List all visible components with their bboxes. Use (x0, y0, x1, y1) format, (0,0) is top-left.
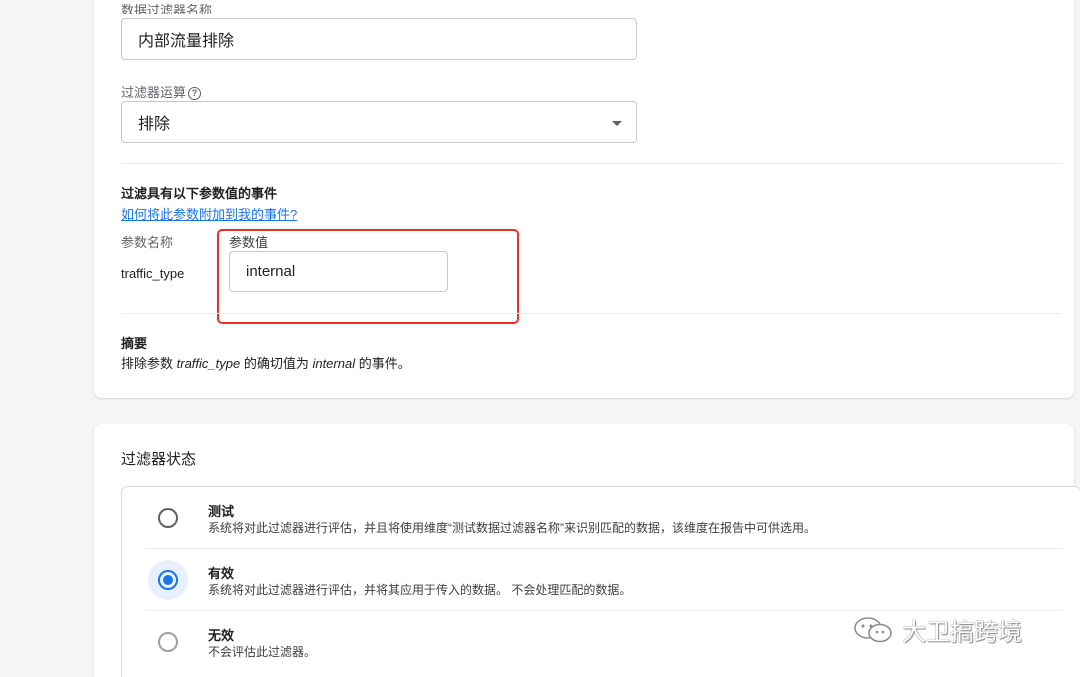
param-name-header: 参数名称 (121, 235, 174, 250)
filter-status-title: 过滤器状态 (121, 451, 197, 468)
option-inactive-title: 无效 (208, 628, 235, 643)
highlight-annotation-box (217, 229, 519, 324)
radio-active[interactable] (158, 570, 178, 590)
caret-down-icon (612, 121, 622, 126)
divider (121, 313, 1061, 314)
option-test-desc: 系统将对此过滤器进行评估，并且将使用维度“测试数据过滤器名称”来识别匹配的数据，… (208, 521, 816, 535)
watermark: 大卫搞跨境 (852, 612, 1022, 647)
summary-text: 排除参数 traffic_type 的确切值为 internal 的事件。 (121, 356, 411, 371)
option-test-title: 测试 (208, 504, 235, 519)
filter-name-input[interactable]: 内部流量排除 (121, 18, 637, 60)
option-inactive-desc: 不会评估此过滤器。 (208, 645, 317, 659)
filter-name-label: 数据过滤器名称 (121, 3, 213, 14)
filter-operation-value: 排除 (138, 116, 171, 133)
watermark-text: 大卫搞跨境 (902, 618, 1022, 646)
divider (121, 163, 1061, 164)
help-circle-icon[interactable]: ? (188, 87, 202, 100)
filter-operation-label-row: 过滤器运算? (121, 82, 202, 101)
filter-operation-label: 过滤器运算 (121, 85, 187, 100)
summary-title: 摘要 (121, 336, 148, 351)
divider (146, 610, 1061, 611)
param-name: traffic_type (121, 266, 185, 281)
radio-test[interactable] (158, 508, 178, 528)
divider (146, 548, 1061, 549)
radio-inactive[interactable] (158, 632, 178, 652)
option-active-title: 有效 (208, 566, 235, 581)
param-help-link[interactable]: 如何将此参数附加到我的事件? (121, 204, 297, 223)
param-section-title: 过滤具有以下参数值的事件 (121, 186, 278, 201)
filter-operation-select[interactable]: 排除 (121, 101, 637, 143)
wechat-icon (854, 616, 892, 642)
option-active-desc: 系统将对此过滤器进行评估，并将其应用于传入的数据。 不会处理匹配的数据。 (208, 583, 632, 597)
